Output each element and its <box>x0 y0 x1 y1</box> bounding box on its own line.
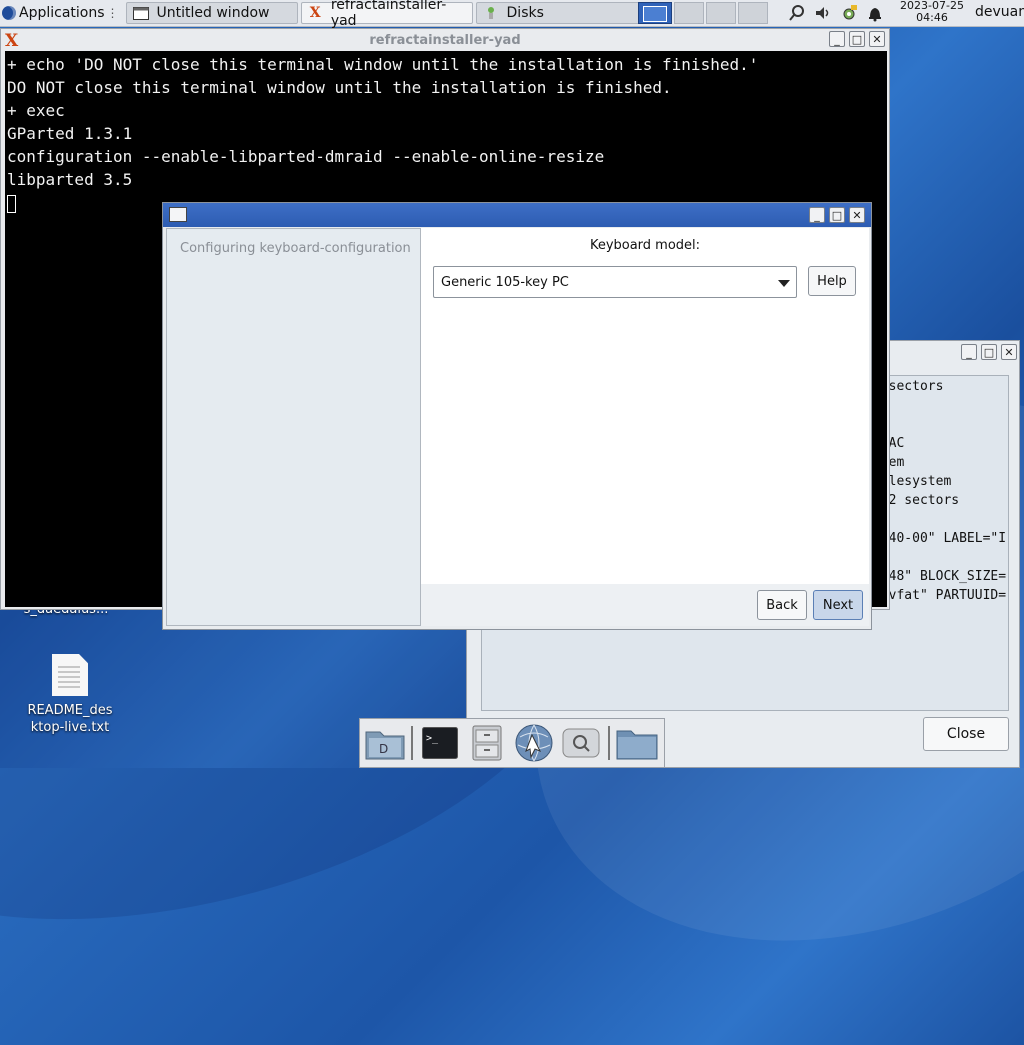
disks-output-line <box>873 548 1006 567</box>
system-tray <box>786 2 890 24</box>
dropdown-arrow-icon <box>778 280 790 287</box>
workspace-2[interactable] <box>674 2 704 24</box>
help-button[interactable]: Help <box>808 266 856 296</box>
dock-separator <box>411 726 414 760</box>
terminal-line: DO NOT close this terminal window until … <box>7 78 672 97</box>
desktop-icon-label: README_des <box>27 703 113 718</box>
svg-text:>_: >_ <box>426 733 439 744</box>
close-button[interactable]: Close <box>923 717 1009 751</box>
clock[interactable]: 2023-07-25 04:46 <box>892 0 972 24</box>
disks-output-line: ="vfat" PARTUUID= <box>873 588 1007 603</box>
terminal-cursor <box>7 194 16 213</box>
installer-footer: Back Next <box>421 584 869 626</box>
disks-output-line: 6-40-00" LABEL="I <box>873 531 1007 546</box>
task-disks[interactable]: Disks <box>475 2 650 24</box>
window-icon <box>169 207 187 222</box>
installer-main-panel: Keyboard model: Generic 105-key PC Help <box>421 228 869 584</box>
desktop-icon-readme[interactable]: README_des ktop-live.txt <box>20 654 120 736</box>
clock-time: 04:46 <box>916 11 948 24</box>
user-name[interactable]: devuan <box>975 4 1024 20</box>
task-refractainstaller[interactable]: X refractainstaller-yad <box>300 0 473 29</box>
folder-icon[interactable] <box>616 722 658 764</box>
terminal-line: + exec <box>7 101 65 120</box>
terminal-line: + echo 'DO NOT close this terminal windo… <box>7 55 759 74</box>
installer-steps-sidebar: Configuring keyboard-configuration <box>166 228 421 626</box>
volume-icon[interactable] <box>812 2 834 24</box>
disks-output-line: stem <box>873 453 1006 472</box>
disks-output-line: 7048" BLOCK_SIZE= <box>873 569 1007 584</box>
task-label: Disks <box>506 5 544 21</box>
x-terminal-icon: X <box>5 31 19 51</box>
keyboard-model-label: Keyboard model: <box>589 238 701 253</box>
maximize-icon[interactable]: □ <box>849 31 865 47</box>
network-settings-icon[interactable] <box>838 2 860 24</box>
file-cabinet-icon[interactable] <box>466 722 507 764</box>
task-untitled-window[interactable]: Untitled window <box>125 2 298 24</box>
disks-output-line: BCAC <box>873 434 1006 453</box>
applications-menu[interactable]: Applications ⋮ <box>0 0 123 26</box>
terminal-title: refractainstaller-yad <box>369 32 521 48</box>
text-file-icon <box>52 654 88 696</box>
keyboard-model-select[interactable]: Generic 105-key PC <box>433 266 797 298</box>
top-panel: Applications ⋮ Untitled window X refract… <box>0 0 1024 29</box>
desktop-icon-label: ktop-live.txt <box>30 720 110 735</box>
disks-output-line <box>873 396 1006 415</box>
dock: D >_ <box>359 718 665 768</box>
next-button[interactable]: Next <box>813 590 863 620</box>
maximize-icon[interactable]: □ <box>829 207 845 223</box>
current-step-label: Configuring keyboard-configuration <box>180 241 411 256</box>
task-label: Untitled window <box>156 5 270 21</box>
disks-output-text: 0 sectors BCACstemfilesystem392 sectors … <box>873 377 1006 605</box>
files-icon[interactable]: D <box>364 722 405 764</box>
terminal-line: GParted 1.3.1 <box>7 124 133 143</box>
maximize-icon[interactable]: □ <box>981 344 997 360</box>
disks-output-line: filesystem <box>873 474 952 489</box>
installer-dialog: _ □ ✕ Configuring keyboard-configuration… <box>162 202 872 630</box>
dock-separator <box>608 726 611 760</box>
workspace-1[interactable] <box>638 2 672 24</box>
browser-icon[interactable] <box>514 722 555 764</box>
minimize-icon[interactable]: _ <box>829 31 845 47</box>
terminal-icon[interactable]: >_ <box>419 722 460 764</box>
minimize-icon[interactable]: _ <box>809 207 825 223</box>
close-icon[interactable]: ✕ <box>869 31 885 47</box>
search-icon[interactable] <box>561 722 602 764</box>
terminal-line: configuration --enable-libparted-dmraid … <box>7 147 605 166</box>
disks-output-line: 392 sectors <box>873 493 960 508</box>
disks-icon <box>483 6 499 20</box>
window-icon <box>132 6 149 20</box>
devuan-logo-icon <box>2 6 16 20</box>
disks-output-line <box>873 510 1006 529</box>
workspace-4[interactable] <box>738 2 768 24</box>
close-icon[interactable]: ✕ <box>1001 344 1017 360</box>
back-button[interactable]: Back <box>757 590 807 620</box>
terminal-line: libparted 3.5 <box>7 170 133 189</box>
menu-handle-icon: ⋮ <box>106 6 119 20</box>
x-terminal-icon: X <box>309 5 321 21</box>
dialog-titlebar[interactable]: _ □ ✕ <box>163 203 871 227</box>
notification-bell-icon[interactable] <box>864 2 886 24</box>
terminal-titlebar[interactable]: X refractainstaller-yad _ □ ✕ <box>1 29 889 51</box>
task-label: refractainstaller-yad <box>330 0 447 29</box>
close-icon[interactable]: ✕ <box>849 207 865 223</box>
workspace-3[interactable] <box>706 2 736 24</box>
keyboard-model-value: Generic 105-key PC <box>441 274 569 290</box>
minimize-icon[interactable]: _ <box>961 344 977 360</box>
disks-output-line: 0 sectors <box>873 379 944 394</box>
svg-text:D: D <box>379 742 388 756</box>
applications-label: Applications <box>19 5 105 21</box>
disks-output-line <box>873 415 1006 434</box>
magnifier-icon[interactable] <box>786 2 808 24</box>
